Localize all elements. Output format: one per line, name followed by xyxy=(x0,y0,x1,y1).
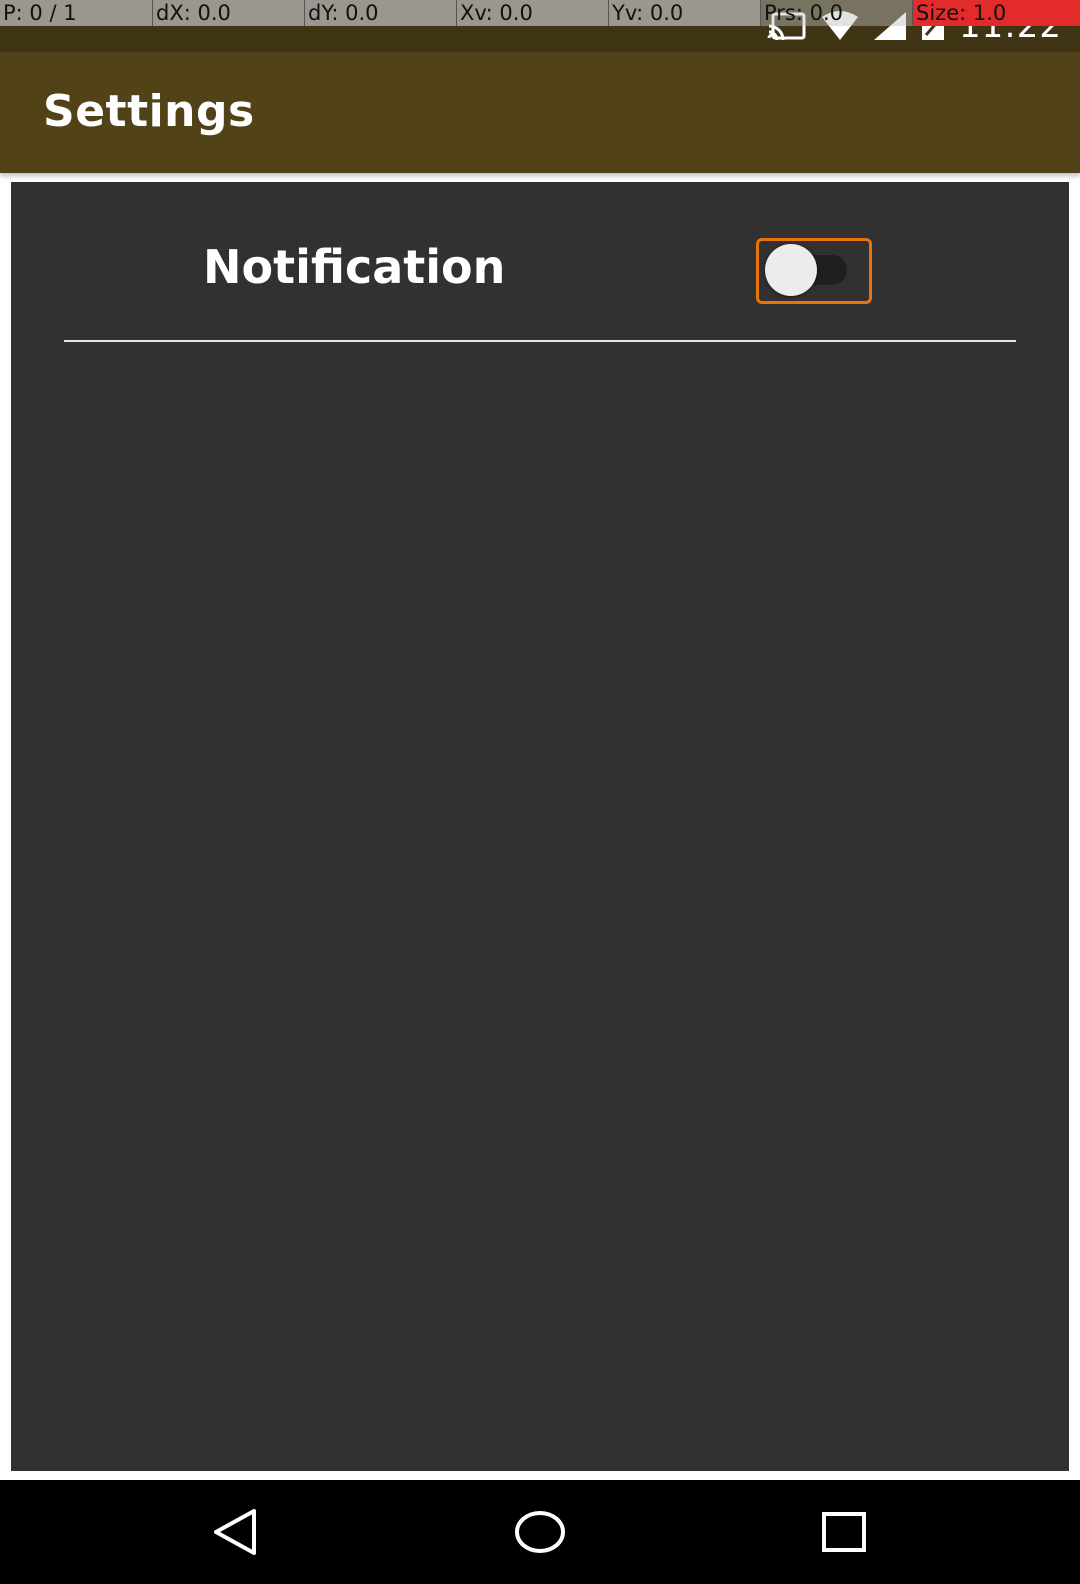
overlay-yv: Yv: 0.0 xyxy=(608,0,760,26)
overlay-size: Size: 1.0 xyxy=(912,0,1080,26)
overlay-dy: dY: 0.0 xyxy=(304,0,456,26)
pointer-location-overlay: P: 0 / 1 dX: 0.0 dY: 0.0 Xv: 0.0 Yv: 0.0… xyxy=(0,0,1080,26)
divider xyxy=(64,340,1016,342)
settings-panel: Notification xyxy=(11,182,1069,1471)
overlay-xv: Xv: 0.0 xyxy=(456,0,608,26)
back-icon[interactable] xyxy=(208,1508,264,1556)
notification-label: Notification xyxy=(203,240,506,294)
home-icon[interactable] xyxy=(512,1508,568,1556)
page-title: Settings xyxy=(43,86,255,137)
overlay-pointer: P: 0 / 1 xyxy=(0,0,152,26)
toggle-thumb xyxy=(765,244,817,296)
recents-icon[interactable] xyxy=(816,1508,872,1556)
notification-toggle[interactable] xyxy=(756,238,872,304)
app-bar: Settings xyxy=(0,52,1080,173)
navigation-bar xyxy=(0,1480,1080,1584)
overlay-prs: Prs: 0.0 xyxy=(760,0,912,26)
overlay-dx: dX: 0.0 xyxy=(152,0,304,26)
